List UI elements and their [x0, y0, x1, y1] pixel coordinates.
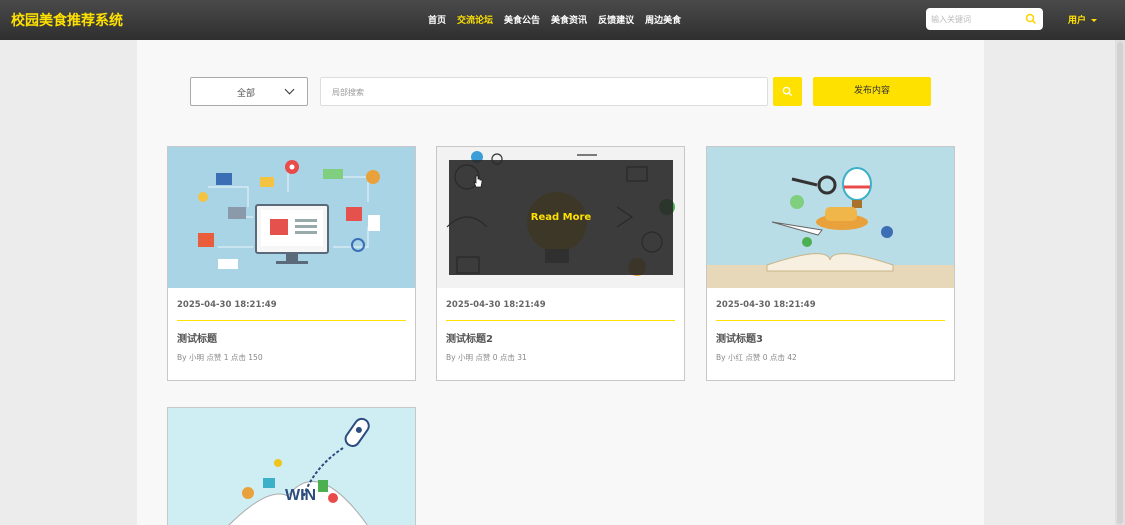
nav-forum[interactable]: 交流论坛 — [457, 13, 493, 26]
divider — [446, 320, 675, 321]
user-menu[interactable]: 用户 — [1068, 13, 1098, 26]
chevron-down-icon — [284, 84, 295, 95]
post-thumbnail[interactable]: Read More — [437, 147, 684, 288]
page-scrollbar[interactable] — [1115, 40, 1125, 525]
category-filter-select[interactable]: 全部 — [190, 77, 308, 106]
header-search — [926, 8, 1043, 30]
post-meta: By 小红 点赞 0 点击 42 — [716, 353, 797, 362]
post-card[interactable]: 2025-04-30 18:21:49 测试标题3 By 小红 点赞 0 点击 … — [706, 146, 955, 381]
post-meta: By 小明 点赞 0 点击 31 — [446, 353, 527, 362]
open-book-travel-image — [707, 147, 954, 288]
local-search-box — [320, 77, 768, 106]
post-title[interactable]: 测试标题 — [177, 330, 217, 345]
divider — [716, 320, 945, 321]
main-nav: 首页 交流论坛 美食公告 美食资讯 反馈建议 周边美食 — [428, 13, 681, 26]
category-filter-value: 全部 — [237, 89, 256, 99]
post-card[interactable]: 2025-04-30 18:21:49 测试标题 By 小明 点赞 1 点击 1… — [167, 146, 416, 381]
read-more-label: Read More — [530, 212, 592, 223]
search-icon[interactable] — [1025, 13, 1037, 25]
online-shopping-image — [168, 147, 415, 288]
caret-down-icon — [1091, 19, 1098, 22]
nav-nearby-food[interactable]: 周边美食 — [645, 13, 681, 26]
top-nav-bar: 校园美食推荐系统 首页 交流论坛 美食公告 美食资讯 反馈建议 周边美食 用户 — [0, 0, 1125, 40]
hand-cursor-icon — [473, 175, 483, 188]
svg-text:WIN: WIN — [285, 487, 316, 504]
post-card[interactable]: Read More 2025-04-30 18:21:49 测试标题2 By 小… — [436, 146, 685, 381]
post-date: 2025-04-30 18:21:49 — [716, 300, 816, 310]
post-thumbnail[interactable] — [168, 147, 415, 288]
post-title[interactable]: 测试标题2 — [446, 330, 493, 345]
rocket-win-image: WIN — [168, 408, 415, 525]
header-search-input[interactable] — [931, 12, 1021, 26]
post-card[interactable]: WIN — [167, 407, 416, 525]
nav-news[interactable]: 美食资讯 — [551, 13, 587, 26]
local-search-button[interactable] — [773, 77, 802, 106]
divider — [177, 320, 406, 321]
search-icon — [782, 86, 793, 97]
nav-feedback[interactable]: 反馈建议 — [598, 13, 634, 26]
user-menu-label: 用户 — [1068, 16, 1087, 26]
local-search-input[interactable] — [332, 85, 752, 99]
main-content: 全部 发布内容 — [137, 40, 984, 525]
post-date: 2025-04-30 18:21:49 — [177, 300, 277, 310]
post-title[interactable]: 测试标题3 — [716, 330, 763, 345]
post-date: 2025-04-30 18:21:49 — [446, 300, 546, 310]
brand-title[interactable]: 校园美食推荐系统 — [11, 10, 123, 30]
post-meta: By 小明 点赞 1 点击 150 — [177, 353, 263, 362]
publish-button[interactable]: 发布内容 — [813, 77, 931, 106]
post-thumbnail[interactable] — [707, 147, 954, 288]
scrollbar-thumb[interactable] — [1117, 42, 1123, 524]
nav-announcements[interactable]: 美食公告 — [504, 13, 540, 26]
nav-home[interactable]: 首页 — [428, 13, 446, 26]
post-thumbnail[interactable]: WIN — [168, 408, 415, 525]
